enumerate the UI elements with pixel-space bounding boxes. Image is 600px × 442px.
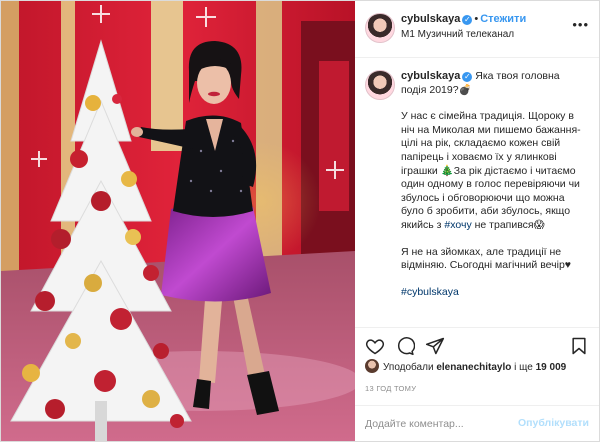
likes-prefix: Уподобали bbox=[383, 362, 434, 373]
caption-area: cybulskaya ✓ Яка твоя головна подія 2019?… bbox=[355, 58, 599, 326]
heart-icon[interactable] bbox=[365, 336, 385, 356]
caption-username[interactable]: cybulskaya bbox=[401, 70, 460, 82]
instagram-post: cybulskaya ✓ • Стежити M1 Музичний телекана… bbox=[0, 0, 600, 442]
likes-count[interactable]: 19 009 bbox=[536, 362, 567, 373]
liker-username[interactable]: elenanechitaylo bbox=[436, 362, 511, 373]
photo-illustration bbox=[1, 1, 355, 441]
caption-avatar[interactable] bbox=[365, 70, 395, 100]
share-icon[interactable] bbox=[425, 336, 445, 356]
bookmark-icon[interactable] bbox=[569, 336, 589, 356]
hashtag-link[interactable]: #cybulskaya bbox=[401, 286, 459, 298]
verified-icon: ✓ bbox=[462, 15, 473, 25]
more-options-icon[interactable]: ••• bbox=[572, 17, 589, 32]
christmas-tree-emoji-icon: 🎄 bbox=[440, 164, 454, 177]
follow-button[interactable]: Стежити bbox=[480, 13, 526, 25]
comment-icon[interactable] bbox=[395, 336, 415, 356]
post-photo[interactable] bbox=[1, 1, 355, 441]
scream-emoji-icon: 😱 bbox=[533, 218, 545, 231]
post-location[interactable]: M1 Музичний телеканал bbox=[401, 29, 514, 40]
caption-paragraph-2: Я не на зйомках, але традиції не відміня… bbox=[401, 245, 572, 272]
separator-dot: • bbox=[474, 13, 479, 25]
post-timestamp[interactable]: 13 ГОД ТОМУ bbox=[365, 384, 416, 393]
likes-middle: і ще bbox=[514, 362, 533, 373]
caption-text: cybulskaya ✓ Яка твоя головна подія 2019?… bbox=[401, 70, 587, 312]
publish-comment-button[interactable]: Опублікувати bbox=[518, 417, 589, 429]
author-line: cybulskaya ✓ • Стежити bbox=[401, 13, 526, 25]
verified-icon: ✓ bbox=[462, 72, 473, 82]
likes-summary: Уподобали elenanechitaylo і ще 19 009 bbox=[365, 359, 595, 379]
post-sidebar: cybulskaya ✓ • Стежити M1 Музичний телекана… bbox=[355, 1, 599, 441]
hashtag-link[interactable]: #хочу bbox=[444, 219, 471, 231]
liker-avatar[interactable] bbox=[365, 359, 379, 373]
comment-input[interactable] bbox=[365, 416, 515, 432]
author-username[interactable]: cybulskaya bbox=[401, 13, 460, 25]
caption-paragraph-1c: не трапився bbox=[474, 218, 534, 231]
author-avatar[interactable] bbox=[365, 13, 395, 43]
comment-bar: Опублікувати bbox=[355, 405, 599, 442]
post-header: cybulskaya ✓ • Стежити M1 Музичний телекана… bbox=[355, 1, 599, 58]
action-bar bbox=[355, 327, 599, 362]
bomb-emoji-icon: 💣 bbox=[458, 83, 472, 96]
